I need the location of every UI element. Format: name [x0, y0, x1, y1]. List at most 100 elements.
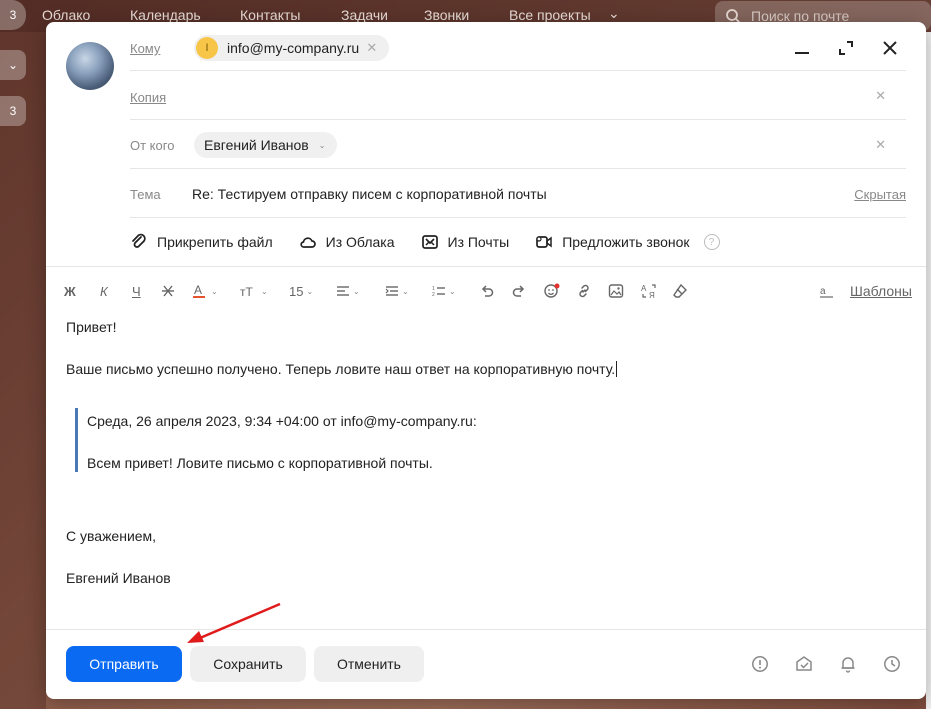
attach-file-label: Прикрепить файл	[157, 234, 273, 250]
video-call-icon	[536, 236, 552, 248]
image-icon	[608, 284, 624, 298]
cc-remove-icon[interactable]: ✕	[875, 88, 886, 104]
propose-call-button[interactable]: Предложить звонок	[535, 233, 690, 251]
nav-item-calendar[interactable]: Календарь	[130, 7, 201, 23]
align-button[interactable]: ⌄	[336, 282, 360, 300]
sidebar-dropdown[interactable]: ⌄	[0, 50, 26, 80]
link-icon	[579, 284, 589, 298]
align-left-icon	[337, 286, 349, 296]
from-label: От кого	[130, 138, 175, 153]
bell-icon[interactable]	[839, 655, 857, 673]
from-remove-icon[interactable]: ✕	[875, 137, 886, 153]
text-signature-icon: a	[820, 286, 833, 298]
cc-input[interactable]	[190, 81, 880, 111]
emoji-button[interactable]	[544, 282, 560, 300]
sidebar-counter[interactable]: 3	[0, 96, 26, 126]
nav-item-cloud[interactable]: Облако	[42, 7, 90, 23]
background-list-edge	[926, 32, 931, 709]
svg-text:A: A	[641, 284, 647, 293]
attach-bar: Прикрепить файл Из Облака Из Почты Предл…	[130, 222, 720, 262]
compose-window: Кому I info@my-company.ru ✕ Копия ✕ От к…	[46, 22, 926, 699]
indent-icon	[385, 286, 398, 296]
sidebar-badge[interactable]: 3	[0, 0, 26, 30]
from-mail-button[interactable]: Из Почты	[421, 233, 510, 251]
to-row: Кому I info@my-company.ru ✕	[130, 22, 906, 71]
image-button[interactable]	[608, 282, 624, 300]
quote-header: Среда, 26 апреля 2023, 9:34 +04:00 от in…	[87, 413, 477, 429]
svg-text:a: a	[820, 286, 826, 297]
from-cloud-label: Из Облака	[325, 234, 395, 250]
bcc-link[interactable]: Скрытая	[854, 187, 906, 202]
chevron-down-icon: ⌄	[318, 140, 326, 150]
list-button[interactable]: 12 ⌄	[432, 282, 456, 300]
text-color-button[interactable]: A ⌄	[192, 282, 218, 300]
message-editor[interactable]: Привет! Ваше письмо успешно получено. Те…	[46, 307, 926, 629]
templates-button[interactable]: Шаблоны	[850, 282, 912, 300]
svg-text:тT: тT	[240, 285, 253, 298]
quote-bar	[75, 408, 78, 472]
clock-icon[interactable]	[883, 655, 901, 673]
strikethrough-icon	[162, 285, 174, 297]
help-icon[interactable]: ?	[703, 234, 720, 250]
bold-button[interactable]: Ж	[64, 282, 76, 300]
remove-recipient-icon[interactable]: ✕	[366, 40, 377, 56]
recipient-letter: I	[196, 37, 218, 59]
numbered-list-icon: 12	[432, 286, 445, 297]
from-cloud-button[interactable]: Из Облака	[299, 233, 395, 251]
recipient-chip[interactable]: I info@my-company.ru ✕	[194, 35, 390, 61]
clear-format-button[interactable]	[672, 282, 688, 300]
to-label[interactable]: Кому	[130, 41, 160, 56]
chevron-down-icon: ⌄	[402, 286, 409, 296]
toolbar-divider	[46, 266, 926, 267]
recipient-email: info@my-company.ru	[227, 40, 360, 56]
cc-label[interactable]: Копия	[130, 90, 166, 105]
signature-icon[interactable]: a	[820, 282, 834, 300]
from-mail-label: Из Почты	[447, 234, 510, 250]
body-line1: Ваше письмо успешно получено. Теперь лов…	[66, 361, 618, 377]
font-size-select[interactable]: 15 ⌄	[289, 282, 313, 300]
eraser-icon	[673, 283, 687, 298]
chevron-down-icon: ⌄	[261, 286, 268, 296]
nav-item-calls[interactable]: Звонки	[424, 7, 469, 23]
body-signature: Евгений Иванов	[66, 570, 171, 586]
footer-divider	[46, 629, 926, 630]
paperclip-icon	[132, 233, 146, 248]
undo-button[interactable]	[480, 282, 494, 300]
text-color-icon: A	[193, 283, 205, 298]
font-style-icon: тT	[240, 285, 253, 298]
subject-input[interactable]: Re: Тестируем отправку писем с корпорати…	[192, 186, 547, 202]
font-size-value: 15	[289, 283, 304, 299]
body-greeting: Привет!	[66, 319, 117, 335]
svg-text:A: A	[194, 283, 202, 297]
underline-button[interactable]: Ч	[132, 282, 141, 300]
save-button[interactable]: Сохранить	[190, 646, 306, 682]
nav-item-all-projects[interactable]: Все проекты	[509, 7, 591, 23]
background-sidebar	[0, 32, 46, 709]
nav-item-tasks[interactable]: Задачи	[341, 7, 388, 23]
text-caret	[616, 361, 618, 377]
cloud-icon	[300, 237, 316, 248]
propose-call-label: Предложить звонок	[562, 234, 690, 250]
body-regards: С уважением,	[66, 528, 157, 544]
italic-button[interactable]: К	[100, 282, 108, 300]
link-button[interactable]	[576, 282, 592, 300]
translate-icon: AЯ	[641, 284, 656, 299]
read-receipt-icon[interactable]	[795, 655, 813, 673]
nav-item-contacts[interactable]: Контакты	[240, 7, 300, 23]
attach-file-button[interactable]: Прикрепить файл	[130, 233, 273, 251]
subject-label: Тема	[130, 187, 161, 202]
translate-button[interactable]: AЯ	[641, 282, 657, 300]
importance-icon[interactable]	[751, 655, 769, 673]
cancel-button[interactable]: Отменить	[314, 646, 424, 682]
subject-row: Тема Re: Тестируем отправку писем с корп…	[130, 169, 906, 218]
strikethrough-button[interactable]	[161, 282, 175, 300]
font-style-button[interactable]: тT ⌄	[240, 282, 268, 300]
from-select[interactable]: Евгений Иванов ⌄	[194, 132, 338, 158]
redo-icon	[512, 285, 525, 297]
indent-button[interactable]: ⌄	[385, 282, 409, 300]
svg-text:2: 2	[432, 292, 435, 297]
chevron-down-icon: ⌄	[211, 286, 218, 296]
chevron-down-icon: ⌄	[353, 286, 360, 296]
redo-button[interactable]	[512, 282, 526, 300]
send-button[interactable]: Отправить	[66, 646, 182, 682]
